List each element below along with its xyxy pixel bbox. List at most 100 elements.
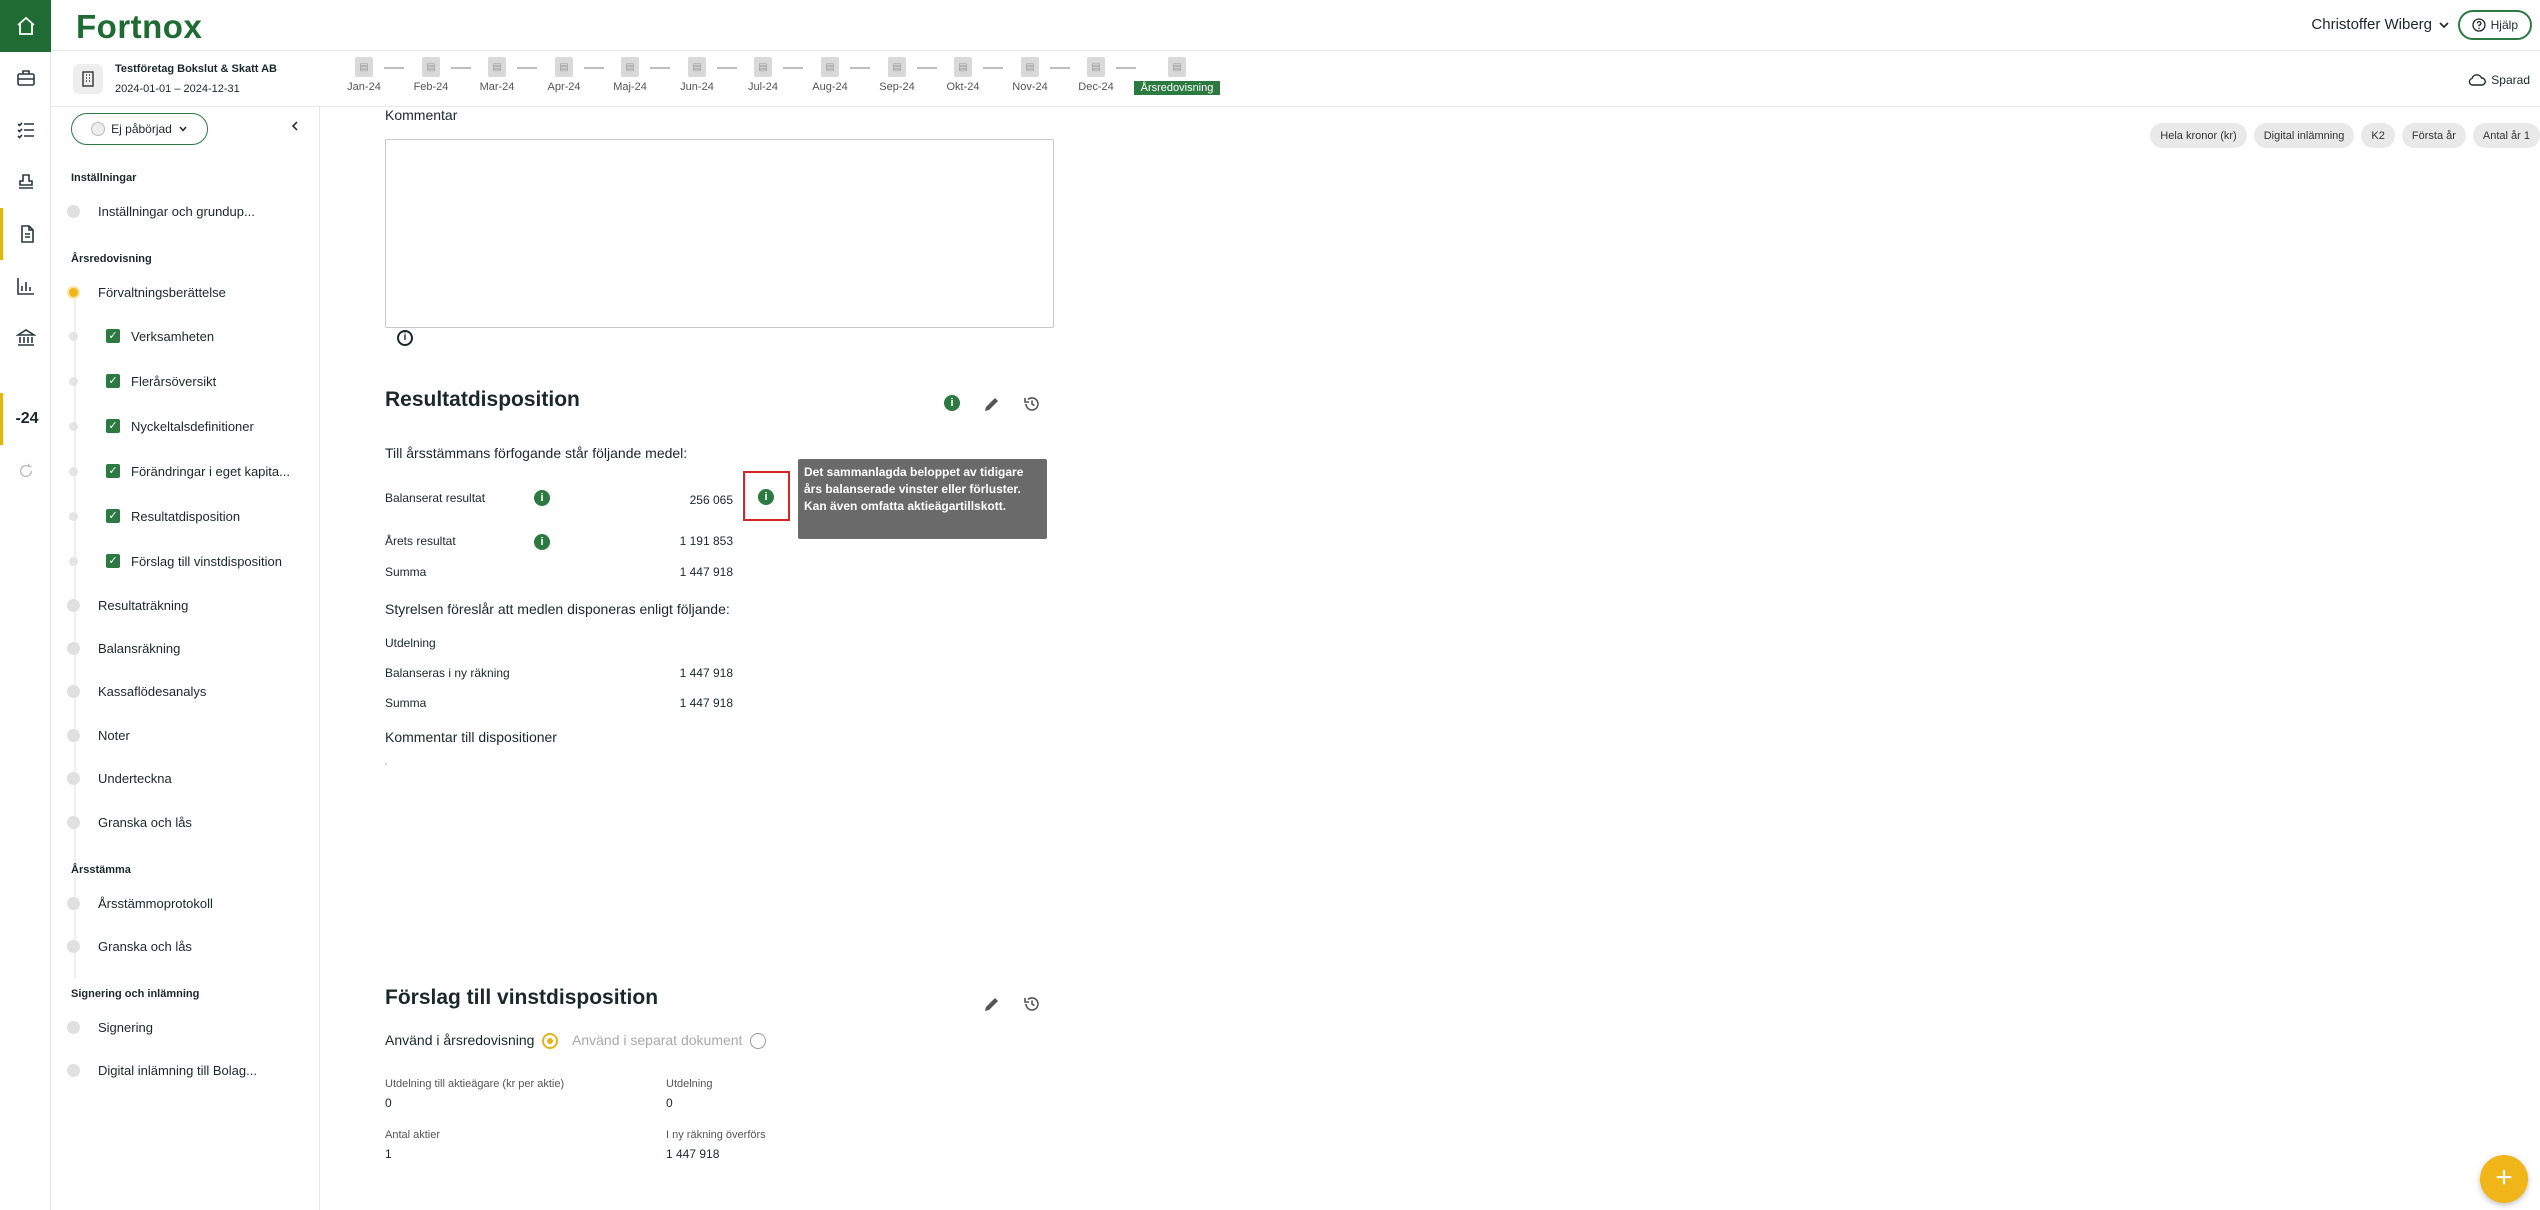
section-title: Årsredovisning [71,253,152,265]
arets-resultat-value: 1 191 853 [679,534,733,548]
status-dropdown[interactable]: Ej påbörjad [71,113,208,145]
sidebar-item-granska-arsstamma[interactable]: Granska och lås [51,933,319,959]
history-icon[interactable] [1021,393,1043,415]
month-aug[interactable]: ▤ Aug-24 [800,57,860,93]
kommentar-dispositioner-label: Kommentar till dispositioner [385,729,557,745]
document-icon: ▤ [1087,57,1105,77]
utdelning-field-label: Utdelning [666,1078,713,1090]
sidebar-item-digital-inlamning[interactable]: Digital inlämning till Bolag... [51,1057,319,1083]
sidebar-item-forandringar[interactable]: ✓ Förändringar i eget kapita... [51,458,319,484]
utdelning-field-value: 0 [666,1096,673,1110]
edit-icon[interactable] [981,993,1003,1015]
reports-button[interactable] [0,260,51,312]
arets-resultat-label: Årets resultat [385,534,456,548]
month-jan[interactable]: ▤ Jan-24 [334,57,394,93]
anvand-arsredovisning-radio[interactable] [542,1033,558,1049]
month-maj[interactable]: ▤ Maj-24 [600,57,660,93]
tasks-button[interactable] [0,104,51,156]
anvand-separat-radio[interactable] [750,1033,766,1049]
document-icon: ▤ [621,57,639,77]
briefcase-button[interactable] [0,52,51,104]
bank-icon [15,329,36,346]
collapse-sidebar-button[interactable] [289,119,301,137]
edit-icon[interactable] [981,393,1003,415]
balanserat-resultat-label: Balanserat resultat [385,491,486,505]
kommentar-dispositioner-textarea[interactable] [385,763,387,765]
month-okt[interactable]: ▤ Okt-24 [933,57,993,93]
status-icon [91,122,106,136]
sidebar-item-verksamheten[interactable]: ✓ Verksamheten [51,323,319,349]
history-icon[interactable] [1021,993,1043,1015]
sidebar-item-forslag[interactable]: ✓ Förslag till vinstdisposition [51,548,319,574]
user-menu[interactable]: Christoffer Wiberg [2311,16,2450,33]
help-button[interactable]: Hjälp [2457,10,2532,40]
briefcase-icon [16,70,35,86]
info-icon[interactable]: i [534,490,550,506]
home-icon [16,16,35,35]
month-jul[interactable]: ▤ Jul-24 [733,57,793,93]
check-icon: ✓ [106,464,120,478]
kommentar-label: Kommentar [385,107,458,123]
sidebar-item-resultatrakning[interactable]: Resultaträkning [51,592,319,618]
annual-report-button[interactable] [0,208,51,260]
sidebar-item-forvaltning[interactable]: Förvaltningsberättelse [51,279,319,305]
info-icon[interactable]: i [944,395,960,411]
company-switch-button[interactable] [73,64,103,94]
summa-disp-label: Summa [385,696,427,710]
check-icon: ✓ [106,374,120,388]
month-dec[interactable]: ▤ Dec-24 [1066,57,1126,93]
sidebar-item-arsstammoprotokoll[interactable]: Årsstämmoprotokoll [51,890,319,916]
sidebar-item-balansrakning[interactable]: Balansräkning [51,635,319,661]
resultatdisposition-title: Resultatdisposition [385,388,580,411]
document-icon: ▤ [355,57,373,77]
sidebar-item-flerarsoversikt[interactable]: ✓ Flerårsöversikt [51,368,319,394]
month-mar[interactable]: ▤ Mar-24 [467,57,527,93]
month-apr[interactable]: ▤ Apr-24 [534,57,594,93]
year-label: -24 [15,410,39,427]
info-icon[interactable]: i [758,489,774,505]
company-period: 2024-01-01 – 2024-12-31 [115,83,240,95]
sidebar-item-resultatdisposition[interactable]: ✓ Resultatdisposition [51,503,319,529]
saved-status: Sparad [2468,73,2530,87]
stamp-button[interactable] [0,156,51,208]
add-button[interactable]: + [2480,1155,2528,1203]
month-nov[interactable]: ▤ Nov-24 [1000,57,1060,93]
utdelning-per-aktie-label: Utdelning till aktieägare (kr per aktie) [385,1078,565,1090]
document-icon: ▤ [688,57,706,77]
kommentar-textarea[interactable] [385,139,1054,328]
sidebar-item-nyckeltal[interactable]: ✓ Nyckeltalsdefinitioner [51,413,319,439]
antal-aktier-label: Antal aktier [385,1129,441,1141]
saved-label: Sparad [2491,73,2530,87]
home-button[interactable] [0,0,51,52]
main-content: Kommentar i Resultatdisposition i Till å… [320,107,2540,1210]
section-title: Signering och inlämning [71,988,200,1000]
sidebar-item-installningar[interactable]: Inställningar och grundup... [51,198,319,224]
history-button[interactable] [0,445,51,497]
document-icon: ▤ [1021,57,1039,77]
fortnox-logo[interactable]: Fortnox [76,8,202,46]
month-jun[interactable]: ▤ Jun-24 [667,57,727,93]
bank-button[interactable] [0,312,51,364]
summa-disp-value: 1 447 918 [679,696,733,710]
info-icon[interactable]: i [534,534,550,550]
balanseras-value: 1 447 918 [679,666,733,680]
building-icon [82,71,94,87]
check-icon: ✓ [106,554,120,568]
sidebar-item-granska[interactable]: Granska och lås [51,809,319,835]
year-button[interactable]: -24 [0,393,51,445]
sidebar-item-underteckna[interactable]: Underteckna [51,765,319,791]
sidebar-item-kassaflode[interactable]: Kassaflödesanalys [51,678,319,704]
month-feb[interactable]: ▤ Feb-24 [401,57,461,93]
utdelning-per-aktie-value: 0 [385,1096,392,1110]
ny-rakning-label: I ny räkning överförs [666,1129,766,1141]
balanseras-label: Balanseras i ny räkning [385,666,510,680]
sidebar-item-signering[interactable]: Signering [51,1014,319,1040]
info-icon[interactable]: i [397,330,413,346]
sidebar-item-noter[interactable]: Noter [51,722,319,748]
month-arsredovisning[interactable]: ▤ Årsredovisning [1134,57,1220,95]
check-icon: ✓ [106,419,120,433]
chevron-down-icon [2439,21,2449,28]
month-sep[interactable]: ▤ Sep-24 [867,57,927,93]
help-label: Hjälp [2490,18,2518,32]
company-bar: Testföretag Bokslut & Skatt AB 2024-01-0… [51,51,2540,107]
